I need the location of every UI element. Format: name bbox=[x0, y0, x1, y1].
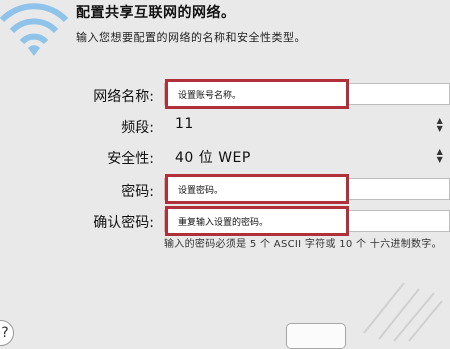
security-select[interactable]: 40 位 WEP ▲ ▼ bbox=[164, 146, 450, 167]
password-input[interactable]: 设置密码。 bbox=[178, 183, 223, 196]
wifi-icon bbox=[0, 3, 69, 56]
network-name-label: 网络名称: bbox=[93, 89, 154, 105]
help-button[interactable]: ? bbox=[0, 320, 14, 346]
channel-select[interactable]: 11 ▲ ▼ bbox=[164, 115, 450, 135]
confirm-password-input[interactable]: 重复输入设置的密码。 bbox=[178, 215, 268, 228]
network-name-input[interactable]: 设置账号名称。 bbox=[178, 88, 241, 101]
security-label: 安全性: bbox=[107, 151, 154, 167]
security-value: 40 位 WEP bbox=[175, 150, 251, 166]
channel-value: 11 bbox=[175, 116, 194, 132]
confirm-password-highlight[interactable]: 重复输入设置的密码。 bbox=[165, 206, 349, 236]
dialog-title: 配置共享互联网的网络。 bbox=[76, 5, 236, 21]
up-down-arrows-icon: ▲ ▼ bbox=[436, 116, 444, 133]
network-name-highlight[interactable]: 设置账号名称。 bbox=[165, 79, 349, 109]
dialog-button[interactable] bbox=[286, 323, 346, 349]
help-icon: ? bbox=[1, 325, 9, 341]
channel-label: 频段: bbox=[121, 120, 154, 136]
confirm-password-label: 确认密码: bbox=[93, 215, 154, 231]
password-hint: 输入的密码必须是 5 个 ASCII 字符或 10 个 十六进制数字。 bbox=[164, 239, 442, 250]
password-label: 密码: bbox=[121, 184, 154, 200]
up-down-arrows-icon: ▲ ▼ bbox=[436, 147, 444, 164]
password-highlight[interactable]: 设置密码。 bbox=[165, 174, 349, 204]
dialog-subtitle: 输入您想要配置的网络的名称和安全性类型。 bbox=[76, 31, 306, 44]
watermark-graphic bbox=[363, 282, 443, 342]
